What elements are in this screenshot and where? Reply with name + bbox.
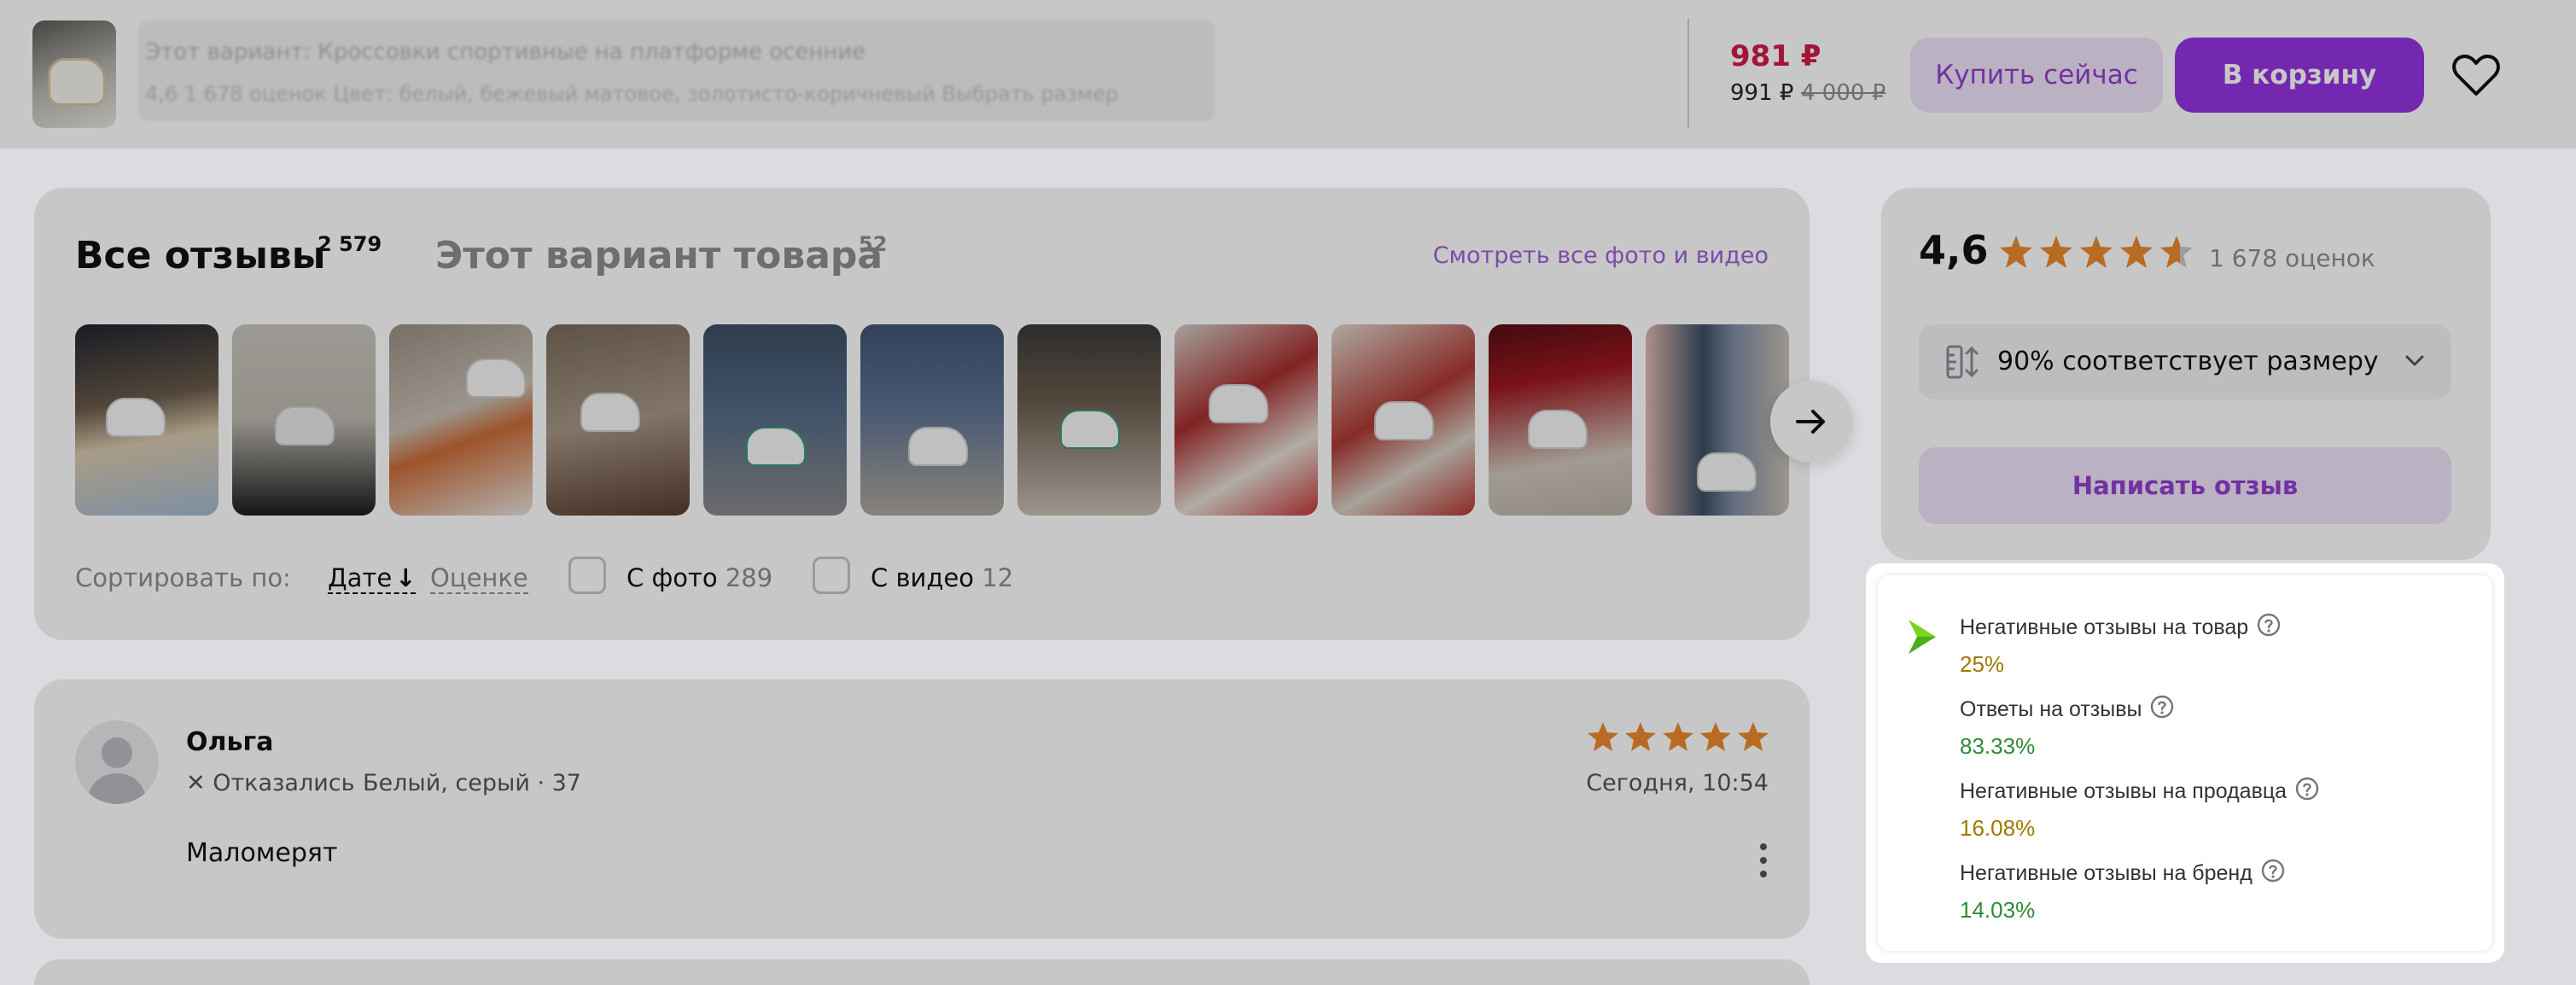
help-icon[interactable]: [2150, 695, 2174, 725]
next-photos-arrow-icon[interactable]: [1770, 381, 1852, 463]
buy-now-button[interactable]: Купить сейчас: [1910, 38, 2163, 113]
tab-all-reviews[interactable]: Все отзывы: [75, 234, 326, 277]
star-icon: [1738, 722, 1769, 751]
product-title-blurred: Этот вариант: Кроссовки спортивные на пл…: [138, 20, 1215, 121]
favorite-heart-icon[interactable]: [2451, 51, 2501, 99]
help-icon[interactable]: [2257, 613, 2281, 643]
price-current: 981 ₽: [1730, 39, 1821, 73]
star-icon: [1700, 722, 1731, 751]
price-card: 991 ₽: [1730, 80, 1794, 106]
review-stats-panel: Негативные отзывы на товар 25% Ответы на…: [1878, 575, 2492, 951]
stat-value: 83.33%: [1960, 733, 2036, 759]
sort-date-label: Дате: [328, 563, 393, 592]
stat-label: Негативные отзывы на продавца: [1960, 779, 2288, 803]
review-photo[interactable]: [389, 324, 533, 516]
star-icon: [2040, 236, 2072, 268]
price-old: 4 000 ₽: [1801, 80, 1886, 106]
avatar: [75, 720, 159, 804]
stat-negative-brand: Негативные отзывы на бренд 14.03%: [1960, 859, 2285, 924]
stat-value: 14.03%: [1960, 897, 2036, 923]
stat-label: Негативные отзывы на бренд: [1960, 861, 2253, 885]
filter-photo-count: 289: [725, 563, 773, 592]
sort-label: Сортировать по:: [75, 563, 291, 592]
star-icon: [2000, 236, 2032, 268]
filter-video-label[interactable]: С видео 12: [871, 563, 1013, 592]
filter-video-count: 12: [982, 563, 1014, 592]
stat-negative-product: Негативные отзывы на товар 25%: [1960, 613, 2281, 678]
see-all-media-link[interactable]: Смотреть все фото и видео: [1433, 242, 1769, 269]
review-photo-strip: [75, 324, 1808, 517]
filter-video-text: С видео: [871, 563, 975, 592]
size-fit-dropdown[interactable]: 90% соответствует размеру: [1919, 324, 2451, 399]
help-icon[interactable]: [2261, 859, 2285, 889]
add-to-cart-button[interactable]: В корзину: [2175, 38, 2424, 113]
review-photo[interactable]: [1332, 324, 1475, 516]
chevron-down-icon: [2404, 352, 2426, 374]
review-stats-popup: Негативные отзывы на товар 25% Ответы на…: [1866, 563, 2504, 963]
product-meta-text: 4,6 1 678 оценок Цвет: белый, бежевый ма…: [145, 82, 1119, 106]
rating-value: 4,6: [1919, 227, 1989, 273]
more-options-icon[interactable]: [1755, 840, 1772, 881]
review-date: Сегодня, 10:54: [1586, 770, 1769, 796]
stat-value: 25%: [1960, 651, 2005, 677]
star-half-icon: [2160, 236, 2193, 268]
review-stars: [1586, 720, 1769, 758]
product-sticky-bar: Этот вариант: Кроссовки спортивные на пл…: [0, 0, 2576, 149]
review-text: Маломерят: [186, 838, 338, 868]
stat-negative-seller: Негативные отзывы на продавца 16.08%: [1960, 777, 2319, 842]
sort-by-date[interactable]: Дате ↓: [328, 563, 417, 594]
tab-all-reviews-count: 2 579: [318, 232, 382, 256]
review-photo[interactable]: [703, 324, 847, 516]
star-icon: [2080, 236, 2113, 268]
review-variant: Белый, серый · 37: [363, 770, 581, 796]
reviews-header-card: Все отзывы 2 579 Этот вариант товара 52 …: [34, 188, 1810, 640]
tab-variant-reviews[interactable]: Этот вариант товара: [435, 234, 883, 277]
review-photo[interactable]: [860, 324, 1004, 516]
filter-photo-checkbox[interactable]: [568, 557, 606, 594]
filter-photo-text: С фото: [627, 563, 718, 592]
rating-stars: [1997, 234, 2195, 275]
star-icon: [2120, 236, 2153, 268]
tab-variant-reviews-count: 52: [859, 232, 888, 256]
review-status: ✕ Отказались: [186, 770, 355, 796]
review-photo[interactable]: [1489, 324, 1632, 516]
star-icon: [1663, 722, 1693, 751]
filter-photo-label[interactable]: С фото 289: [627, 563, 772, 592]
filter-video-checkbox[interactable]: [813, 557, 850, 594]
rating-count: 1 678 оценок: [2209, 244, 2375, 272]
sort-arrow-icon: ↓: [395, 563, 417, 592]
divider: [1687, 19, 1689, 128]
review-photo[interactable]: [75, 324, 219, 516]
stat-value: 16.08%: [1960, 815, 2036, 841]
star-icon: [1625, 722, 1656, 751]
review-photo[interactable]: [232, 324, 376, 516]
extension-logo-icon: [1907, 618, 1938, 659]
review-photo[interactable]: [546, 324, 690, 516]
size-fit-text: 90% соответствует размеру: [1997, 347, 2379, 376]
size-ruler-icon: [1944, 343, 1982, 384]
stat-answers: Ответы на отзывы 83.33%: [1960, 695, 2174, 760]
review-card: Ольга ✕ Отказались Белый, серый · 37 Мал…: [34, 679, 1810, 939]
review-photo[interactable]: [1174, 324, 1318, 516]
stat-label: Негативные отзывы на товар: [1960, 615, 2249, 639]
rating-summary-card: 4,6 1 678 оценок 90% соответствует разме…: [1881, 188, 2491, 560]
sort-by-rating[interactable]: Оценке: [430, 563, 528, 594]
write-review-button[interactable]: Написать отзыв: [1919, 447, 2451, 524]
help-icon[interactable]: [2295, 777, 2319, 807]
review-author: Ольга: [186, 727, 274, 757]
stat-label: Ответы на отзывы: [1960, 697, 2142, 721]
star-icon: [1588, 722, 1618, 751]
next-review-card: [34, 959, 1810, 985]
product-thumbnail[interactable]: [32, 20, 116, 128]
review-photo[interactable]: [1646, 324, 1789, 516]
review-photo[interactable]: [1017, 324, 1161, 516]
product-title-text: Этот вариант: Кроссовки спортивные на пл…: [145, 39, 866, 65]
